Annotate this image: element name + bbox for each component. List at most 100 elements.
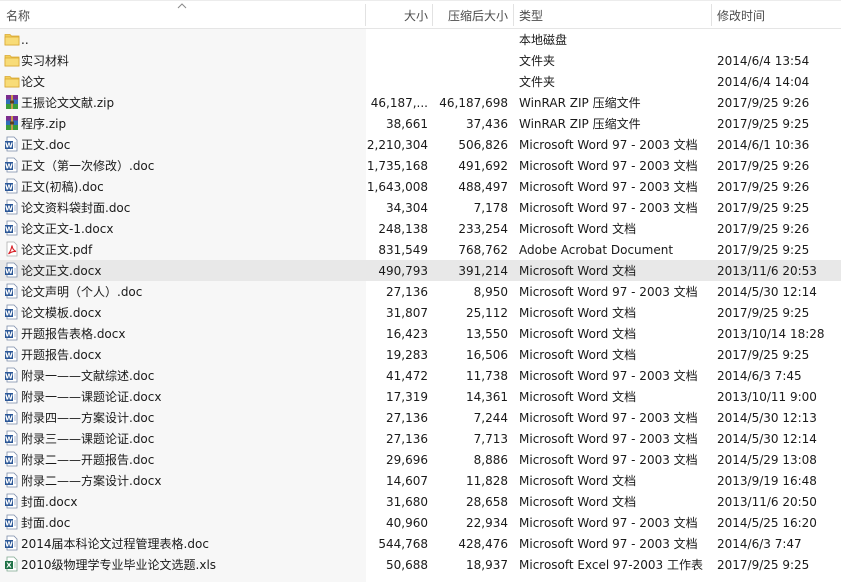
table-row[interactable]: W 附录二——开题报告.doc 29,696 8,886 Microsoft Word … (0, 449, 841, 470)
file-name: 王振论文文献.zip (21, 96, 115, 110)
file-modified: 2014/5/30 12:13 (717, 411, 817, 425)
file-packed-size (433, 71, 508, 92)
column-divider[interactable] (513, 4, 514, 26)
word-document-icon: W (4, 199, 20, 215)
word-document-icon: W (4, 430, 20, 446)
file-name: 论文资料袋封面.doc (21, 201, 131, 215)
file-modified: 2014/5/30 12:14 (717, 285, 817, 299)
file-size: 490,793 (378, 264, 428, 278)
word-document-icon: W (4, 535, 20, 551)
file-size: 248,138 (378, 222, 428, 236)
table-row[interactable]: 程序.zip 38,661 37,436 WinRAR ZIP 压缩文件 2017/9/… (0, 113, 841, 134)
pdf-document-icon (4, 241, 20, 257)
table-row[interactable]: W 论文资料袋封面.doc 34,304 7,178 Microsoft Word 97… (0, 197, 841, 218)
table-row[interactable]: 实习材料 文件夹 2014/6/4 13:54 (0, 50, 841, 71)
file-name: 2014届本科论文过程管理表格.doc (21, 537, 209, 551)
svg-text:W: W (5, 456, 13, 464)
file-type: Microsoft Word 文档 (519, 306, 637, 320)
file-modified: 2014/5/25 16:20 (717, 516, 817, 530)
file-name: 论文正文-1.docx (21, 222, 114, 236)
file-modified: 2017/9/25 9:25 (717, 558, 810, 572)
file-name: 开题报告.docx (21, 348, 102, 362)
file-size: 40,960 (386, 516, 428, 530)
table-row-selected[interactable]: W 论文正文.docx 490,793 391,214 Microsoft Word 文… (0, 260, 841, 281)
file-name: 论文 (21, 75, 46, 89)
file-size: 544,768 (378, 537, 428, 551)
file-size (366, 29, 428, 50)
column-divider[interactable] (711, 4, 712, 26)
table-row[interactable]: W 论文正文-1.docx 248,138 233,254 Microsoft Word… (0, 218, 841, 239)
file-type: Microsoft Excel 97-2003 工作表 (519, 558, 703, 572)
file-modified: 2013/11/6 20:53 (717, 264, 817, 278)
file-modified: 2014/6/1 10:36 (717, 138, 810, 152)
word-document-icon: W (4, 367, 20, 383)
table-row[interactable]: 论文 文件夹 2014/6/4 14:04 (0, 71, 841, 92)
word-document-icon: W (4, 472, 20, 488)
svg-text:W: W (5, 393, 13, 401)
table-row[interactable]: W 开题报告表格.docx 16,423 13,550 Microsoft Word 文… (0, 323, 841, 344)
table-row[interactable]: W 附录三——课题论证.doc 27,136 7,713 Microsoft Word … (0, 428, 841, 449)
file-modified: 2017/9/25 9:26 (717, 96, 810, 110)
file-size: 16,423 (386, 327, 428, 341)
table-row[interactable]: W 论文声明（个人）.doc 27,136 8,950 Microsoft Word 9… (0, 281, 841, 302)
table-row[interactable]: 论文正文.pdf 831,549 768,762 Adobe Acrobat Docu… (0, 239, 841, 260)
file-size (366, 71, 428, 92)
file-size: 1,643,008 (366, 180, 428, 194)
table-row[interactable]: X 2010级物理学专业毕业论文选题.xls 50,688 18,937 Microso… (0, 554, 841, 575)
file-modified: 2013/11/6 20:50 (717, 495, 817, 509)
table-row[interactable]: W 正文（第一次修改）.doc 1,735,168 491,692 Microsoft … (0, 155, 841, 176)
file-type: Microsoft Word 文档 (519, 390, 637, 404)
file-name: 封面.docx (21, 495, 78, 509)
file-packed-size: 7,244 (473, 411, 508, 425)
file-type: Microsoft Word 文档 (519, 348, 637, 362)
table-row[interactable]: W 附录二——方案设计.docx 14,607 11,828 Microsoft Wor… (0, 470, 841, 491)
winrar-archive-icon (4, 115, 20, 131)
svg-text:W: W (5, 183, 13, 191)
table-row[interactable]: W 附录一——文献综述.doc 41,472 11,738 Microsoft Word… (0, 365, 841, 386)
column-header-modified[interactable]: 修改时间 (717, 0, 837, 29)
file-modified: 2017/9/25 9:25 (717, 348, 810, 362)
column-header-size[interactable]: 大小 (366, 0, 428, 29)
table-row[interactable]: W 正文(初稿).doc 1,643,008 488,497 Microsoft Wor… (0, 176, 841, 197)
word-document-icon: W (4, 388, 20, 404)
table-row[interactable]: 王振论文文献.zip 46,187,... 46,187,698 WinRAR ZIP… (0, 92, 841, 113)
table-row[interactable]: W 开题报告.docx 19,283 16,506 Microsoft Word 文档 2… (0, 344, 841, 365)
file-type: Microsoft Word 97 - 2003 文档 (519, 159, 698, 173)
file-size: 27,136 (386, 411, 428, 425)
table-row[interactable]: W 论文模板.docx 31,807 25,112 Microsoft Word 文档 2… (0, 302, 841, 323)
file-name: 论文声明（个人）.doc (21, 285, 143, 299)
svg-text:W: W (5, 540, 13, 548)
file-packed-size: 391,214 (458, 264, 508, 278)
file-modified: 2017/9/25 9:26 (717, 180, 810, 194)
file-packed-size (433, 50, 508, 71)
file-packed-size: 13,550 (466, 327, 508, 341)
svg-text:W: W (5, 372, 13, 380)
column-header-packed-size[interactable]: 压缩后大小 (433, 0, 508, 29)
svg-text:W: W (5, 204, 13, 212)
file-packed-size: 11,738 (466, 369, 508, 383)
file-size: 2,210,304 (366, 138, 428, 152)
table-row[interactable]: W 封面.docx 31,680 28,658 Microsoft Word 文档 201… (0, 491, 841, 512)
table-row[interactable]: W 正文.doc 2,210,304 506,826 Microsoft Word 97… (0, 134, 841, 155)
winrar-archive-icon (4, 94, 20, 110)
word-document-icon: W (4, 514, 20, 530)
file-type: Microsoft Word 97 - 2003 文档 (519, 537, 698, 551)
file-type: WinRAR ZIP 压缩文件 (519, 117, 641, 131)
table-row[interactable]: W 附录四——方案设计.doc 27,136 7,244 Microsoft Word … (0, 407, 841, 428)
file-size: 19,283 (386, 348, 428, 362)
column-header-type[interactable]: 类型 (519, 0, 709, 29)
file-packed-size: 46,187,698 (439, 96, 508, 110)
file-type: Microsoft Word 97 - 2003 文档 (519, 432, 698, 446)
table-row[interactable]: W 封面.doc 40,960 22,934 Microsoft Word 97 - 2… (0, 512, 841, 533)
column-header-name[interactable]: 名称 (6, 0, 176, 29)
file-modified: 2017/9/25 9:25 (717, 243, 810, 257)
file-type: Microsoft Word 97 - 2003 文档 (519, 180, 698, 194)
table-row[interactable]: W 附录一——课题论证.docx 17,319 14,361 Microsoft Wor… (0, 386, 841, 407)
file-name: 正文（第一次修改）.doc (21, 159, 155, 173)
file-type: Microsoft Word 文档 (519, 495, 637, 509)
word-document-icon: W (4, 283, 20, 299)
table-row[interactable]: W 2014届本科论文过程管理表格.doc 544,768 428,476 Micros… (0, 533, 841, 554)
column-header: 名称 大小 压缩后大小 类型 修改时间 (0, 0, 841, 29)
svg-text:W: W (5, 162, 13, 170)
table-row[interactable]: .. 本地磁盘 (0, 29, 841, 50)
